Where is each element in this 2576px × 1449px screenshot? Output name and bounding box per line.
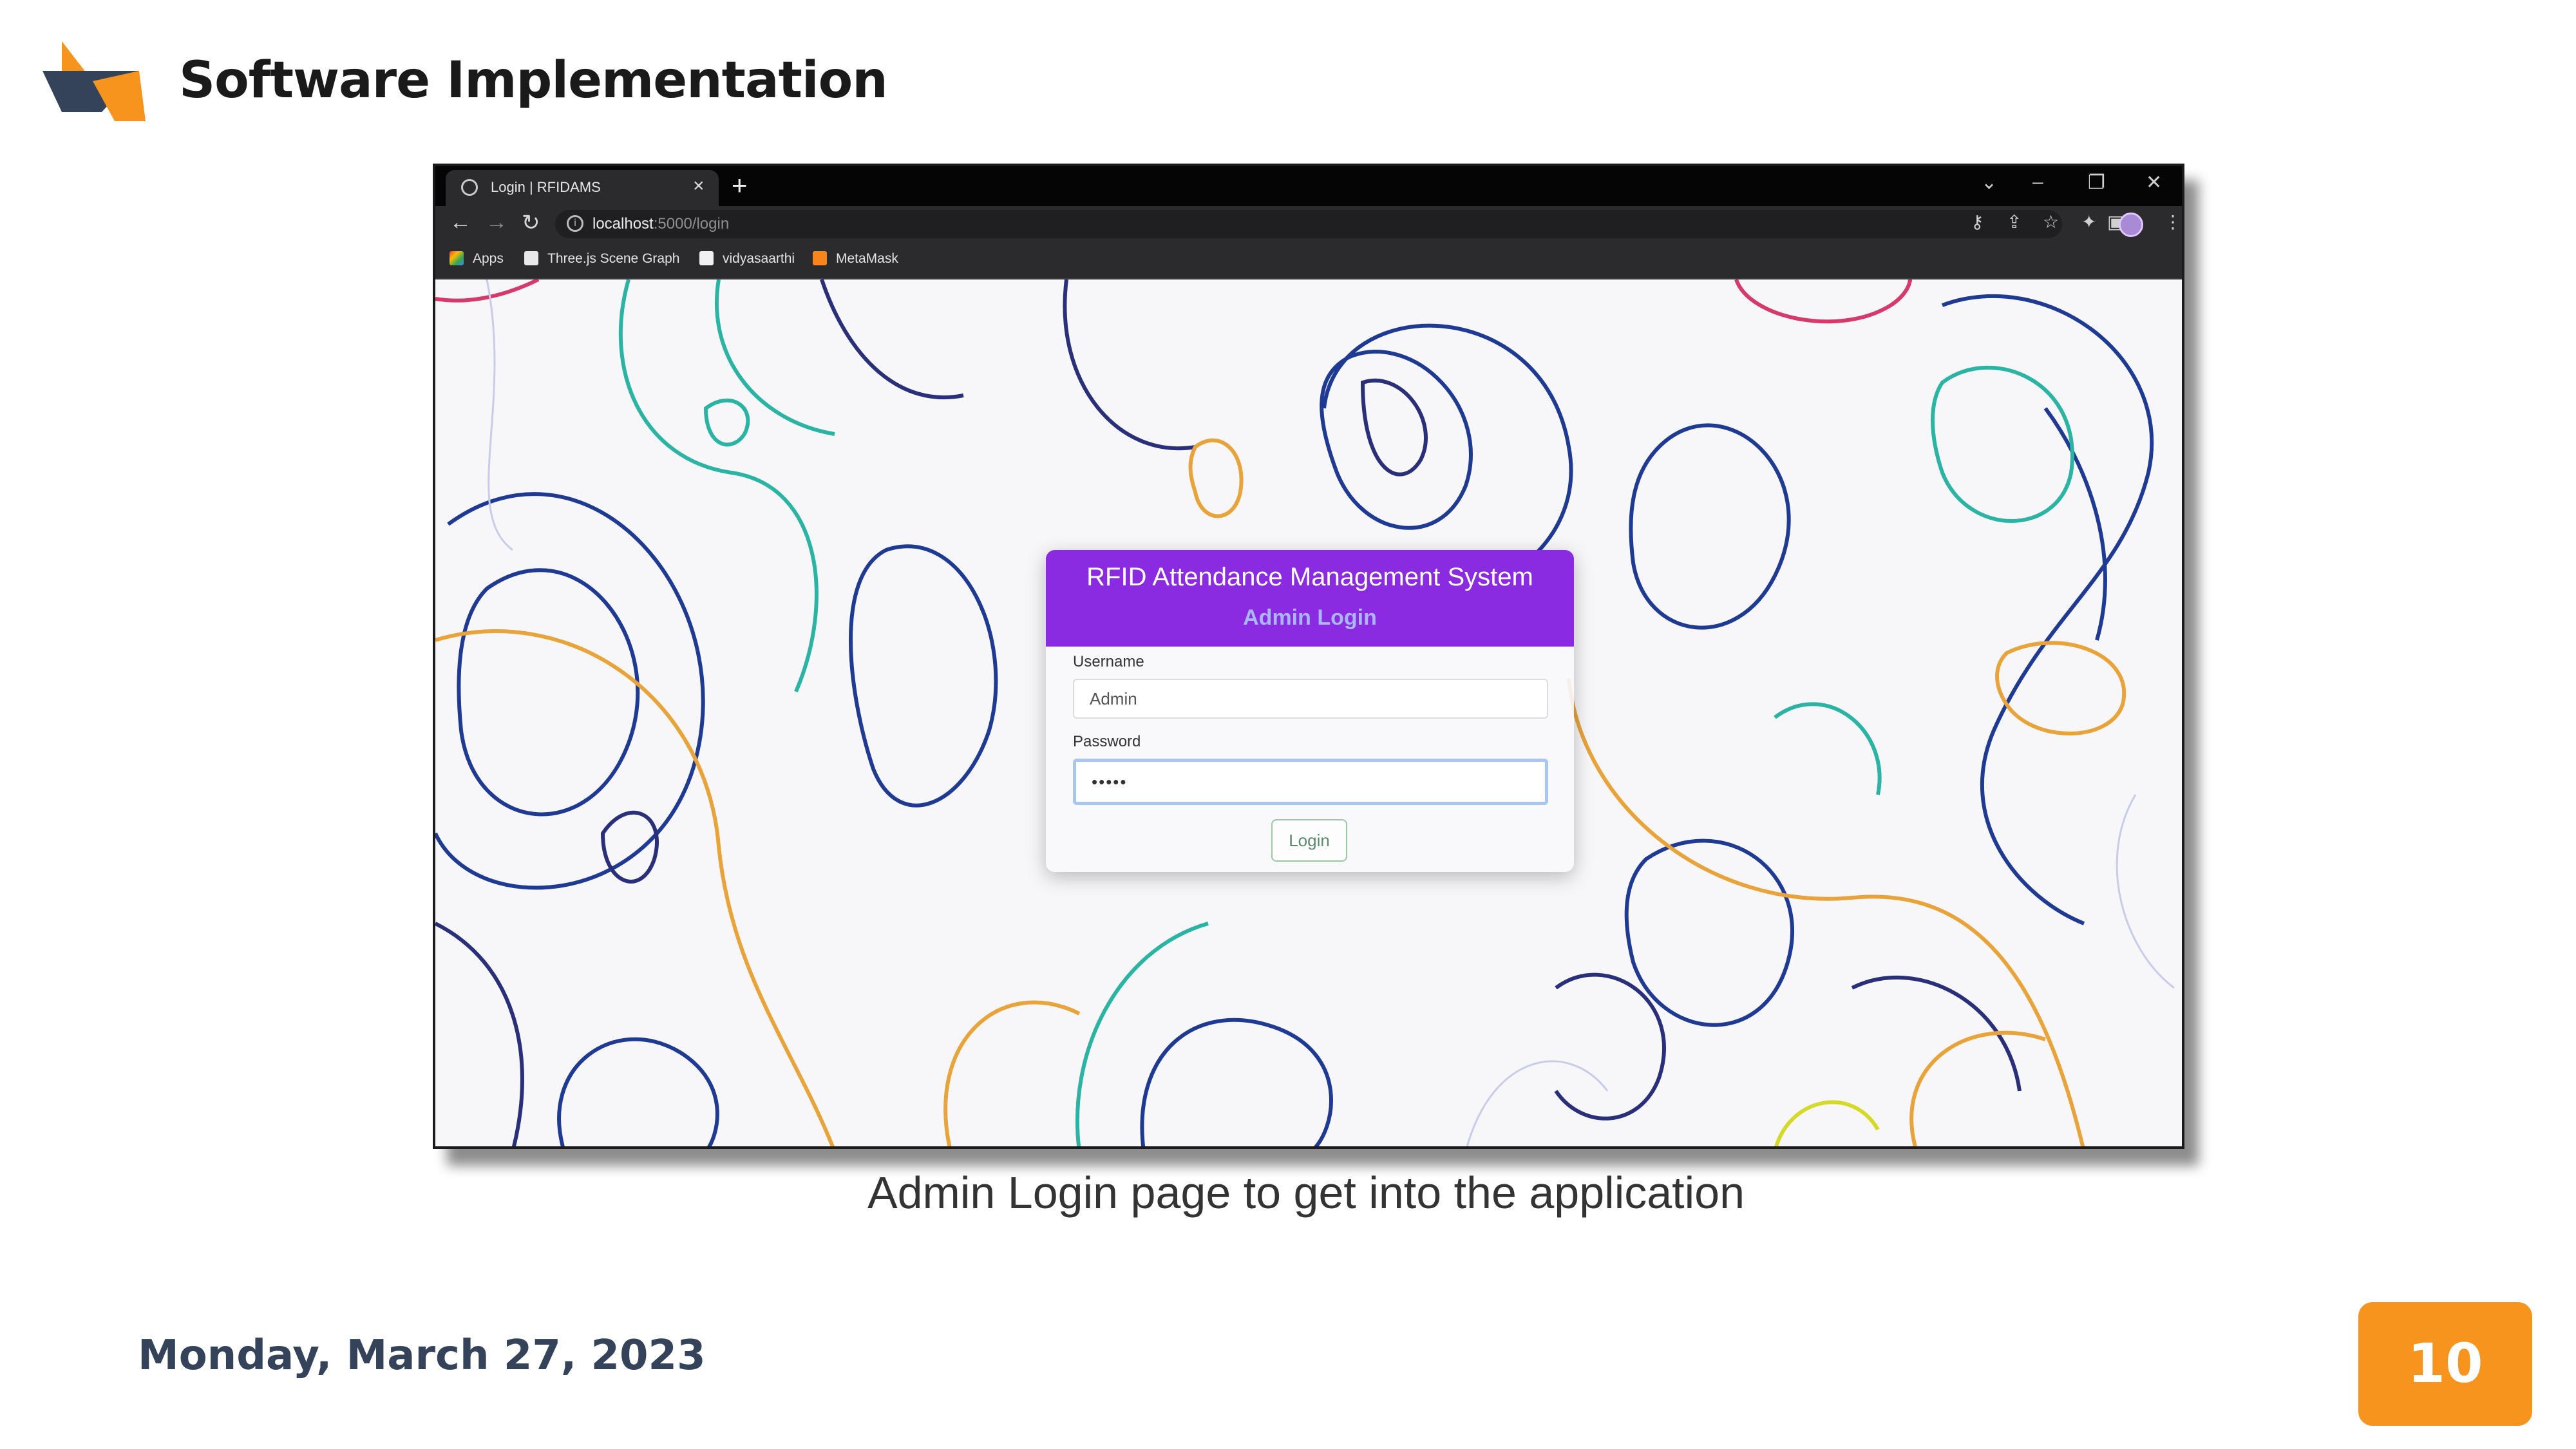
username-label: Username — [1073, 653, 1144, 670]
key-icon[interactable]: ⚷ — [1971, 211, 1984, 232]
star-icon[interactable]: ☆ — [2043, 211, 2059, 232]
bookmark-threejs[interactable]: Three.js Scene Graph — [524, 251, 679, 267]
login-card: RFID Attendance Management System Admin … — [1046, 550, 1574, 872]
close-tab-icon[interactable]: × — [693, 175, 705, 197]
bookmark-vidyasaarthi[interactable]: vidyasaarthi — [699, 251, 795, 267]
bookmark-label: Apps — [473, 251, 504, 266]
browser-screenshot: Login | RFIDAMS × + ⌄ – ❐ ✕ ← → ↻ i loca… — [433, 164, 2184, 1149]
bookmark-apps[interactable]: Apps — [450, 251, 504, 267]
login-button[interactable]: Login — [1271, 819, 1347, 862]
metamask-fox-icon — [813, 251, 827, 265]
password-input[interactable]: ••••• — [1073, 759, 1548, 805]
profile-avatar[interactable] — [2119, 213, 2143, 237]
login-card-header: RFID Attendance Management System Admin … — [1046, 550, 1574, 647]
username-input[interactable] — [1073, 679, 1548, 719]
globe-icon — [461, 179, 478, 196]
page-viewport: RFID Attendance Management System Admin … — [435, 279, 2182, 1146]
forward-arrow-icon[interactable]: → — [486, 210, 507, 235]
bookmark-metamask[interactable]: MetaMask — [813, 251, 898, 267]
login-app-title: RFID Attendance Management System — [1086, 563, 1533, 591]
new-tab-icon[interactable]: + — [732, 170, 748, 201]
url-text: localhost:5000/login — [592, 215, 729, 233]
address-bar[interactable]: i localhost:5000/login — [555, 210, 2062, 238]
browser-toolbar: ← → ↻ i localhost:5000/login ⚷ ⇪ ☆ ✦ ▣ ⋮ — [435, 206, 2182, 242]
tab-strip: Login | RFIDAMS × + ⌄ – ❐ ✕ — [435, 166, 2182, 206]
minimize-icon[interactable]: – — [2032, 171, 2043, 193]
site-info-icon[interactable]: i — [567, 215, 583, 232]
url-host: localhost — [592, 215, 654, 232]
image-icon — [699, 251, 714, 265]
url-path: :5000/login — [653, 215, 730, 232]
window-close-icon[interactable]: ✕ — [2146, 171, 2162, 194]
apps-grid-icon — [450, 251, 464, 265]
logo-icon — [43, 41, 146, 121]
bookmark-label: Three.js Scene Graph — [547, 251, 680, 266]
reload-icon[interactable]: ↻ — [522, 210, 540, 236]
slide-title: Software Implementation — [179, 52, 888, 109]
back-arrow-icon[interactable]: ← — [450, 210, 471, 235]
password-label: Password — [1073, 733, 1141, 750]
bookmark-label: vidyasaarthi — [723, 251, 795, 266]
browser-tab[interactable]: Login | RFIDAMS × — [446, 170, 719, 206]
extensions-puzzle-icon[interactable]: ✦ — [2081, 211, 2096, 232]
tab-search-icon[interactable]: ⌄ — [1981, 171, 1997, 194]
share-icon[interactable]: ⇪ — [2007, 211, 2022, 232]
login-subtitle: Admin Login — [1243, 605, 1377, 630]
tab-title: Login | RFIDAMS — [491, 179, 601, 195]
menu-kebab-icon[interactable]: ⋮ — [2164, 211, 2182, 232]
page-number: 10 — [2407, 1332, 2483, 1395]
page-number-badge: 10 — [2358, 1302, 2532, 1426]
bookmarks-bar: Apps Three.js Scene Graph vidyasaarthi M… — [435, 242, 2182, 279]
slide-caption: Admin Login page to get into the applica… — [867, 1168, 1745, 1218]
restore-icon[interactable]: ❐ — [2088, 171, 2105, 194]
slide-date: Monday, March 27, 2023 — [138, 1332, 706, 1379]
page-icon — [524, 251, 538, 265]
bookmark-label: MetaMask — [836, 251, 898, 266]
